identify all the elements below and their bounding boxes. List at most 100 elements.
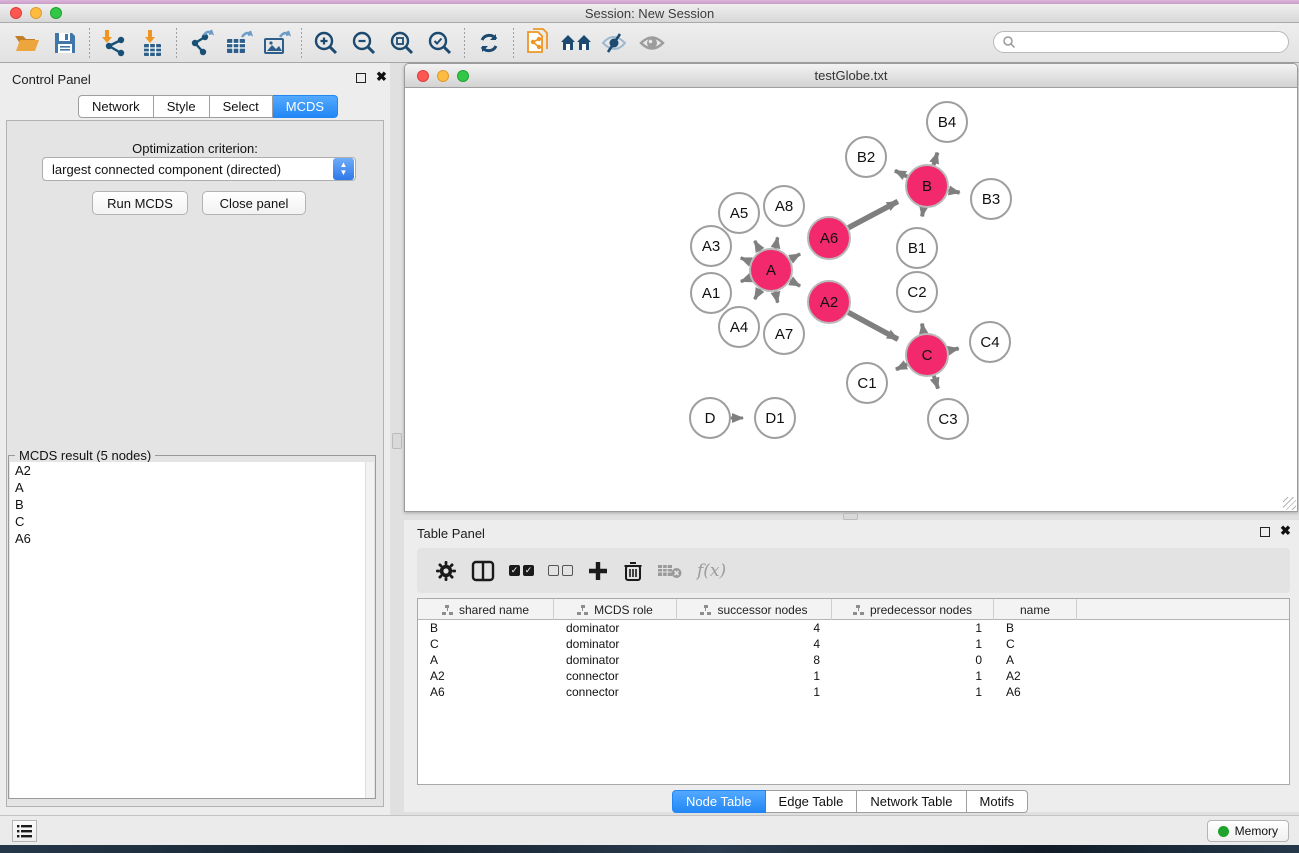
minimize-window-button[interactable] — [30, 7, 42, 19]
graph-node-B1[interactable]: B1 — [897, 228, 937, 268]
column-header-name[interactable]: name — [994, 599, 1077, 620]
function-builder-button[interactable]: f(x) — [697, 554, 726, 588]
graph-node-D1[interactable]: D1 — [755, 398, 795, 438]
zoom-out-button[interactable] — [345, 26, 383, 60]
graph-edge-A-A7[interactable] — [775, 292, 777, 303]
save-session-button[interactable] — [46, 26, 84, 60]
graph-node-A[interactable]: A — [750, 249, 792, 291]
graph-edge-B-B4[interactable] — [934, 153, 938, 165]
graph-node-A2[interactable]: A2 — [808, 281, 850, 323]
refresh-layout-button[interactable] — [470, 26, 508, 60]
graph-edge-A-A5[interactable] — [755, 241, 761, 251]
export-image-button[interactable] — [258, 26, 296, 60]
window-resize-grip[interactable] — [1283, 497, 1296, 510]
search-field[interactable] — [993, 31, 1289, 53]
graph-node-A3[interactable]: A3 — [691, 226, 731, 266]
graph-edge-C-C3[interactable] — [934, 376, 938, 389]
graph-edge-A-A2[interactable] — [790, 281, 800, 286]
mcds-list-scrollbar[interactable] — [365, 462, 374, 798]
graph-node-C4[interactable]: C4 — [970, 322, 1010, 362]
mcds-result-item[interactable]: C — [10, 513, 366, 530]
float-table-panel-icon[interactable] — [1260, 527, 1270, 537]
table-row[interactable]: Bdominator41B — [418, 620, 1289, 636]
column-header-shared-name[interactable]: shared name — [418, 599, 554, 620]
graph-node-B[interactable]: B — [906, 165, 948, 207]
vertical-split-divider[interactable] — [392, 433, 402, 449]
graph-edge-A2-C[interactable] — [848, 312, 898, 339]
network-graph-canvas[interactable]: B4B2BB3A8A5A6A3B1AC2A1A2A4A7C4CC1DD1C3 — [406, 89, 1297, 510]
add-column-button[interactable] — [587, 554, 609, 588]
import-network-button[interactable] — [95, 26, 133, 60]
mcds-result-item[interactable]: A — [10, 479, 366, 496]
zoom-window-button[interactable] — [50, 7, 62, 19]
table-row[interactable]: Cdominator41C — [418, 636, 1289, 652]
graph-node-A7[interactable]: A7 — [764, 314, 804, 354]
zoom-in-button[interactable] — [307, 26, 345, 60]
zoom-fit-button[interactable] — [383, 26, 421, 60]
tab-motifs[interactable]: Motifs — [967, 790, 1029, 813]
delete-table-button[interactable] — [657, 554, 683, 588]
table-row[interactable]: A6connector11A6 — [418, 684, 1289, 700]
graph-edge-B-B1[interactable] — [922, 208, 923, 217]
tab-style[interactable]: Style — [154, 95, 210, 118]
graph-node-A1[interactable]: A1 — [691, 273, 731, 313]
close-panel-icon[interactable]: ✖ — [376, 72, 387, 82]
tab-mcds[interactable]: MCDS — [273, 95, 338, 118]
new-network-from-selection-button[interactable] — [519, 26, 557, 60]
show-all-button[interactable] — [633, 26, 671, 60]
graph-edge-C-C1[interactable] — [896, 364, 907, 369]
first-neighbors-button[interactable] — [557, 26, 595, 60]
mcds-result-item[interactable]: A2 — [10, 462, 366, 479]
graph-node-A4[interactable]: A4 — [719, 307, 759, 347]
graph-edge-A-A4[interactable] — [755, 289, 761, 299]
graph-edge-B-B3[interactable] — [949, 190, 960, 192]
export-table-button[interactable] — [220, 26, 258, 60]
task-history-button[interactable] — [12, 820, 37, 842]
table-row[interactable]: A2connector11A2 — [418, 668, 1289, 684]
criterion-dropdown[interactable]: largest connected component (directed) ▲… — [42, 157, 356, 181]
graph-node-B4[interactable]: B4 — [927, 102, 967, 142]
delete-column-button[interactable] — [623, 554, 643, 588]
graph-node-B3[interactable]: B3 — [971, 179, 1011, 219]
deselect-all-columns-button[interactable] — [548, 554, 573, 588]
tab-network-table[interactable]: Network Table — [857, 790, 966, 813]
graph-edge-A-A6[interactable] — [790, 254, 800, 259]
graph-node-C2[interactable]: C2 — [897, 272, 937, 312]
graph-node-A8[interactable]: A8 — [764, 186, 804, 226]
mcds-result-item[interactable]: A6 — [10, 530, 366, 547]
graph-node-C[interactable]: C — [906, 334, 948, 376]
hide-selected-button[interactable] — [595, 26, 633, 60]
import-table-button[interactable] — [133, 26, 171, 60]
tab-network[interactable]: Network — [78, 95, 154, 118]
search-input[interactable] — [1016, 33, 1288, 51]
float-panel-icon[interactable] — [356, 73, 366, 83]
tab-select[interactable]: Select — [210, 95, 273, 118]
tab-edge-table[interactable]: Edge Table — [766, 790, 858, 813]
run-mcds-button[interactable]: Run MCDS — [92, 191, 188, 215]
close-table-panel-icon[interactable]: ✖ — [1280, 526, 1291, 536]
table-settings-button[interactable] — [435, 554, 457, 588]
open-session-button[interactable] — [8, 26, 46, 60]
graph-node-A6[interactable]: A6 — [808, 217, 850, 259]
select-all-columns-button[interactable]: ✓ ✓ — [509, 554, 534, 588]
horizontal-split-divider[interactable] — [843, 513, 858, 520]
memory-button[interactable]: Memory — [1207, 820, 1289, 842]
column-header-MCDS-role[interactable]: MCDS role — [554, 599, 677, 620]
tab-node-table[interactable]: Node Table — [672, 790, 766, 813]
graph-node-C3[interactable]: C3 — [928, 399, 968, 439]
close-window-button[interactable] — [10, 7, 22, 19]
mcds-result-item[interactable]: B — [10, 496, 366, 513]
graph-edge-A-A1[interactable] — [741, 278, 751, 282]
graph-node-C1[interactable]: C1 — [847, 363, 887, 403]
graph-edge-A6-B[interactable] — [848, 201, 897, 227]
graph-edge-B-B2[interactable] — [895, 171, 907, 177]
graph-node-D[interactable]: D — [690, 398, 730, 438]
zoom-selected-button[interactable] — [421, 26, 459, 60]
export-network-button[interactable] — [182, 26, 220, 60]
split-columns-button[interactable] — [471, 554, 495, 588]
graph-node-B2[interactable]: B2 — [846, 137, 886, 177]
table-row[interactable]: Adominator80A — [418, 652, 1289, 668]
graph-edge-C-C4[interactable] — [949, 348, 959, 350]
graph-edge-A-A8[interactable] — [775, 237, 777, 248]
graph-edge-A-A3[interactable] — [741, 258, 751, 262]
